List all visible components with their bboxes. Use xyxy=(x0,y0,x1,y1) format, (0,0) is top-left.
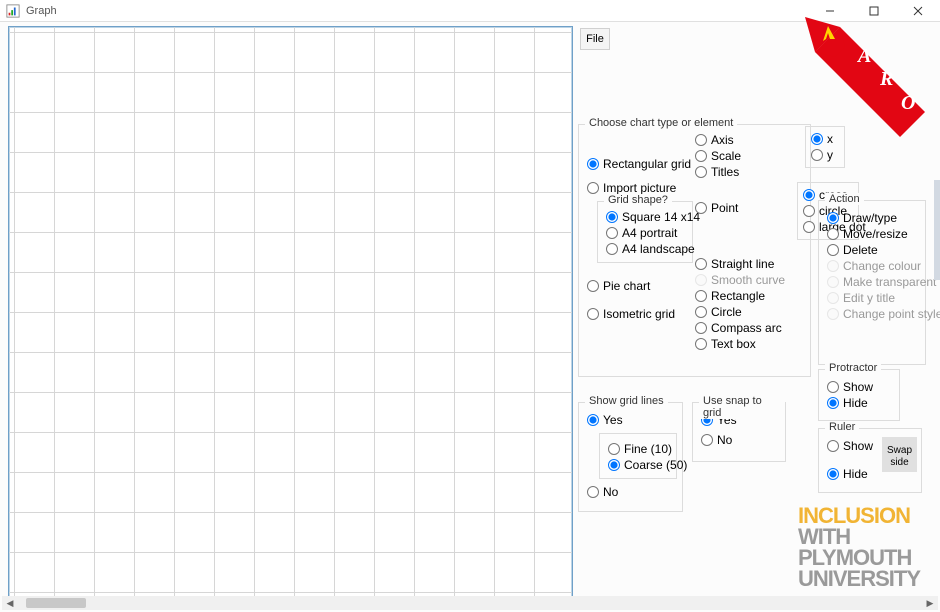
snap-group: Use snap to grid Yes No xyxy=(692,402,786,462)
svg-text:R: R xyxy=(879,68,893,90)
file-menu-button[interactable]: File xyxy=(580,28,610,50)
radio-y[interactable]: y xyxy=(811,148,839,162)
radio-delete[interactable]: Delete xyxy=(827,243,917,257)
file-label: File xyxy=(586,33,604,45)
maximize-button[interactable] xyxy=(852,0,896,22)
protractor-legend: Protractor xyxy=(825,362,881,374)
svg-text:A: A xyxy=(856,45,871,67)
radio-edit-y-title: Edit y title xyxy=(827,291,917,305)
radio-move[interactable]: Move/resize xyxy=(827,227,917,241)
radio-compass-arc[interactable]: Compass arc xyxy=(695,321,805,335)
radio-x[interactable]: x xyxy=(811,132,839,146)
radio-text-box[interactable]: Text box xyxy=(695,337,805,351)
radio-draw[interactable]: Draw/type xyxy=(827,211,917,225)
radio-grid-yes[interactable]: Yes xyxy=(587,413,674,427)
radio-rectangular-grid[interactable]: Rectangular grid xyxy=(587,157,697,171)
scroll-left-arrow[interactable]: ◀ xyxy=(2,596,18,610)
window-title: Graph xyxy=(26,5,57,17)
app-icon xyxy=(6,4,20,18)
radio-pie-chart[interactable]: Pie chart xyxy=(587,279,697,293)
radio-change-point-style: Change point style xyxy=(827,307,917,321)
grid-lines xyxy=(9,27,572,597)
radio-fine[interactable]: Fine (10) xyxy=(608,442,668,456)
scroll-track[interactable] xyxy=(18,596,922,610)
radio-import-picture[interactable]: Import picture xyxy=(587,181,697,195)
action-legend: Action xyxy=(825,193,864,205)
svg-text:O: O xyxy=(901,92,915,114)
chart-type-group: Choose chart type or element Rectangular… xyxy=(578,124,811,377)
radio-grid-no[interactable]: No xyxy=(587,485,674,499)
desktop-vertical-scrollbar xyxy=(934,0,940,612)
snap-legend: Use snap to grid xyxy=(699,395,785,419)
radio-protractor-hide[interactable]: Hide xyxy=(827,396,891,410)
minimize-button[interactable] xyxy=(808,0,852,22)
radio-protractor-show[interactable]: Show xyxy=(827,380,891,394)
gridlines-legend: Show grid lines xyxy=(585,395,668,407)
aro-badge: A R O xyxy=(805,17,925,137)
gridlines-group: Show grid lines Yes Fine (10) Coarse (50… xyxy=(578,402,683,512)
radio-coarse[interactable]: Coarse (50) xyxy=(608,458,668,472)
horizontal-scrollbar[interactable]: ◀ ▶ xyxy=(2,596,938,610)
radio-isometric[interactable]: Isometric grid xyxy=(587,307,697,321)
radio-circle[interactable]: Circle xyxy=(695,305,805,319)
radio-straight-line[interactable]: Straight line xyxy=(695,257,805,271)
radio-a4-landscape[interactable]: A4 landscape xyxy=(606,242,684,256)
radio-scale[interactable]: Scale xyxy=(695,149,805,163)
swap-side-button[interactable]: Swap side xyxy=(882,437,917,472)
radio-smooth-curve: Smooth curve xyxy=(695,273,805,287)
protractor-group: Protractor Show Hide xyxy=(818,369,900,421)
ruler-legend: Ruler xyxy=(825,421,859,433)
radio-point[interactable]: Point xyxy=(695,201,805,215)
scroll-thumb[interactable] xyxy=(26,598,86,608)
radio-rectangle[interactable]: Rectangle xyxy=(695,289,805,303)
graph-canvas[interactable] xyxy=(8,26,573,598)
radio-titles[interactable]: Titles xyxy=(695,165,805,179)
radio-make-transparent: Make transparent xyxy=(827,275,917,289)
radio-axis[interactable]: Axis xyxy=(695,133,805,147)
action-group: Action Draw/type Move/resize Delete Chan… xyxy=(818,200,926,365)
radio-snap-no[interactable]: No xyxy=(701,433,777,447)
radio-change-colour: Change colour xyxy=(827,259,917,273)
desktop-scroll-thumb xyxy=(934,180,940,280)
grid-shape-legend: Grid shape? xyxy=(604,194,672,206)
radio-square[interactable]: Square 14 x14 xyxy=(606,210,684,224)
chart-type-legend: Choose chart type or element xyxy=(585,117,737,129)
plymouth-logo: INCLUSION WITH PLYMOUTH UNIVERSITY xyxy=(798,506,920,590)
title-bar: Graph xyxy=(0,0,940,22)
ruler-group: Ruler Show Hide Swap side xyxy=(818,428,922,493)
radio-a4-portrait[interactable]: A4 portrait xyxy=(606,226,684,240)
